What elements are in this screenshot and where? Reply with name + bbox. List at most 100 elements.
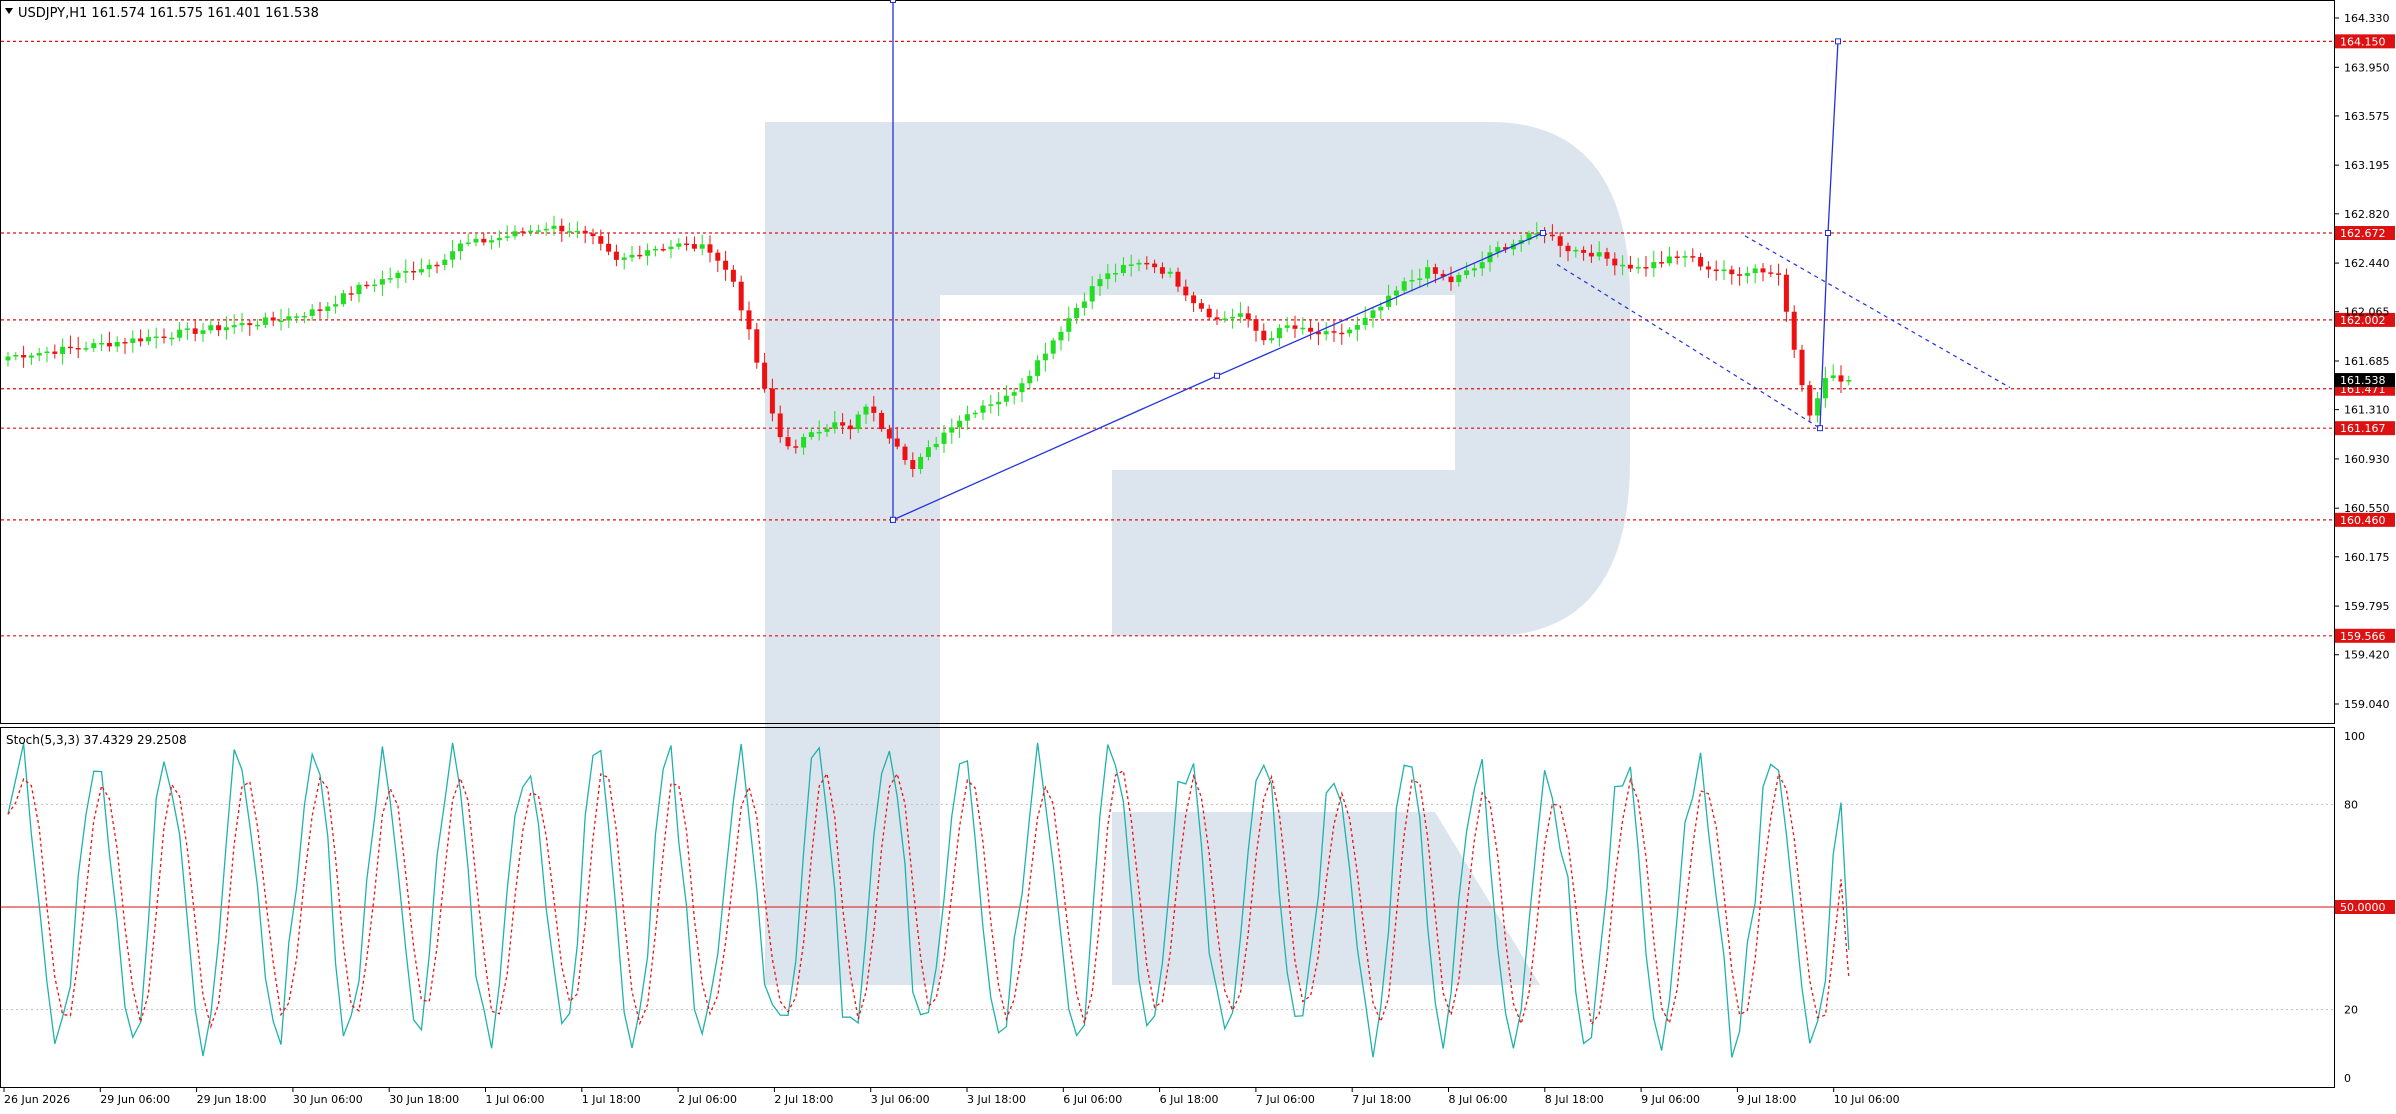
candle-bull xyxy=(130,338,136,343)
candle-bull xyxy=(1081,301,1087,308)
candle-bear xyxy=(1432,267,1438,274)
candle-bull xyxy=(13,355,19,357)
candle-bull xyxy=(1120,264,1126,274)
candle-bull xyxy=(184,328,190,330)
candle-bull xyxy=(145,337,151,342)
time-axis-label: 9 Jul 06:00 xyxy=(1641,1093,1700,1106)
candle-bear xyxy=(364,284,370,287)
candle-bull xyxy=(153,336,159,339)
stoch-axis-label: 0 xyxy=(2344,1072,2351,1085)
candle-bear xyxy=(1690,256,1696,258)
price-level-label: 162.672 xyxy=(2340,227,2386,240)
candle-bear xyxy=(762,362,768,389)
candle-bull xyxy=(1284,325,1290,328)
candle-bear xyxy=(247,323,253,326)
candle-bull xyxy=(645,250,651,256)
candle-bear xyxy=(847,425,853,430)
candle-bull xyxy=(918,456,924,469)
candle-bull xyxy=(629,254,635,258)
trend-anchor-handle[interactable] xyxy=(1214,372,1220,379)
candle-bear xyxy=(691,244,697,249)
candle-bear xyxy=(1292,325,1298,329)
candle-bear xyxy=(192,328,198,334)
candle-bear xyxy=(1557,236,1563,246)
candle-bear xyxy=(738,281,744,311)
candle-bull xyxy=(301,315,307,318)
candle-bull xyxy=(567,231,573,233)
candle-bull xyxy=(223,327,229,331)
candle-bear xyxy=(161,336,167,339)
candle-bear xyxy=(1144,262,1150,265)
candle-bull xyxy=(403,270,409,273)
candle-bull xyxy=(450,251,456,260)
candle-bull xyxy=(816,431,822,434)
price-axis-tick-label: 159.795 xyxy=(2344,600,2390,613)
candle-bull xyxy=(535,230,541,232)
candle-bear xyxy=(1783,274,1789,312)
current-price-label: 161.538 xyxy=(2340,374,2386,387)
candle-bull xyxy=(442,259,448,265)
candle-bear xyxy=(481,238,487,243)
candle-bull xyxy=(668,246,674,250)
time-axis-label: 29 Jun 06:00 xyxy=(100,1093,170,1106)
time-axis-label: 7 Jul 18:00 xyxy=(1352,1093,1411,1106)
time-axis-label: 1 Jul 18:00 xyxy=(582,1093,641,1106)
candle-bull xyxy=(964,414,970,421)
candle-bear xyxy=(434,264,440,267)
candle-bull xyxy=(949,427,955,433)
candle-bear xyxy=(1549,234,1555,237)
price-level-label: 164.150 xyxy=(2340,35,2386,48)
price-axis-tick-label: 163.950 xyxy=(2344,61,2390,74)
price-axis-tick-label: 160.175 xyxy=(2344,551,2390,564)
candle-bull xyxy=(294,316,300,318)
candle-bear xyxy=(894,438,900,447)
price-level-label: 160.460 xyxy=(2340,514,2386,527)
time-axis-label: 8 Jul 06:00 xyxy=(1449,1093,1508,1106)
stoch-axis-label: 80 xyxy=(2344,798,2358,811)
candle-bear xyxy=(613,251,619,260)
price-axis-tick-label: 162.440 xyxy=(2344,257,2390,270)
candle-bear xyxy=(348,293,354,295)
candle-bull xyxy=(356,284,362,295)
candle-bull xyxy=(551,225,557,229)
candle-bull xyxy=(808,432,814,438)
candle-bull xyxy=(1003,395,1009,402)
candle-bull xyxy=(1620,264,1626,267)
candle-bull xyxy=(1105,273,1111,280)
trend-anchor-handle[interactable] xyxy=(890,0,896,3)
candle-bear xyxy=(1588,252,1594,257)
trading-chart-svg: 164.150162.672162.002161.471161.167160.4… xyxy=(0,0,2396,1110)
candle-bull xyxy=(333,304,339,307)
candle-bull xyxy=(621,257,627,260)
candle-bear xyxy=(1643,267,1649,269)
candle-bear xyxy=(559,225,565,232)
candle-bull xyxy=(1230,316,1236,319)
time-axis-label: 7 Jul 06:00 xyxy=(1256,1093,1315,1106)
candle-bear xyxy=(1261,330,1267,341)
trend-anchor-handle[interactable] xyxy=(1825,230,1831,237)
candle-bull xyxy=(652,248,658,251)
trend-anchor-handle[interactable] xyxy=(1540,230,1546,237)
candle-bull xyxy=(1830,375,1836,379)
trend-anchor-handle[interactable] xyxy=(1835,38,1841,45)
candle-bear xyxy=(723,260,729,270)
candle-bull xyxy=(980,405,986,413)
candle-bull xyxy=(1113,273,1119,275)
price-axis-tick-label: 161.685 xyxy=(2344,355,2390,368)
candle-bear xyxy=(1175,271,1181,287)
candle-bull xyxy=(426,264,432,270)
candle-bull xyxy=(933,443,939,448)
candle-bull xyxy=(1393,290,1399,296)
time-axis-label: 3 Jul 06:00 xyxy=(871,1093,930,1106)
symbol-ohlc-header: USDJPY,H1 161.574 161.575 161.401 161.53… xyxy=(18,6,319,21)
price-axis-tick-label: 164.330 xyxy=(2344,12,2390,25)
candle-bear xyxy=(1253,319,1259,331)
trend-anchor-handle[interactable] xyxy=(890,516,896,523)
candle-bear xyxy=(1183,286,1189,296)
time-axis-label: 2 Jul 18:00 xyxy=(774,1093,833,1106)
candle-bear xyxy=(1159,267,1165,274)
candle-bear xyxy=(1448,276,1454,283)
candle-bull xyxy=(1128,264,1134,266)
candle-bull xyxy=(239,323,245,326)
candle-bear xyxy=(317,309,323,311)
